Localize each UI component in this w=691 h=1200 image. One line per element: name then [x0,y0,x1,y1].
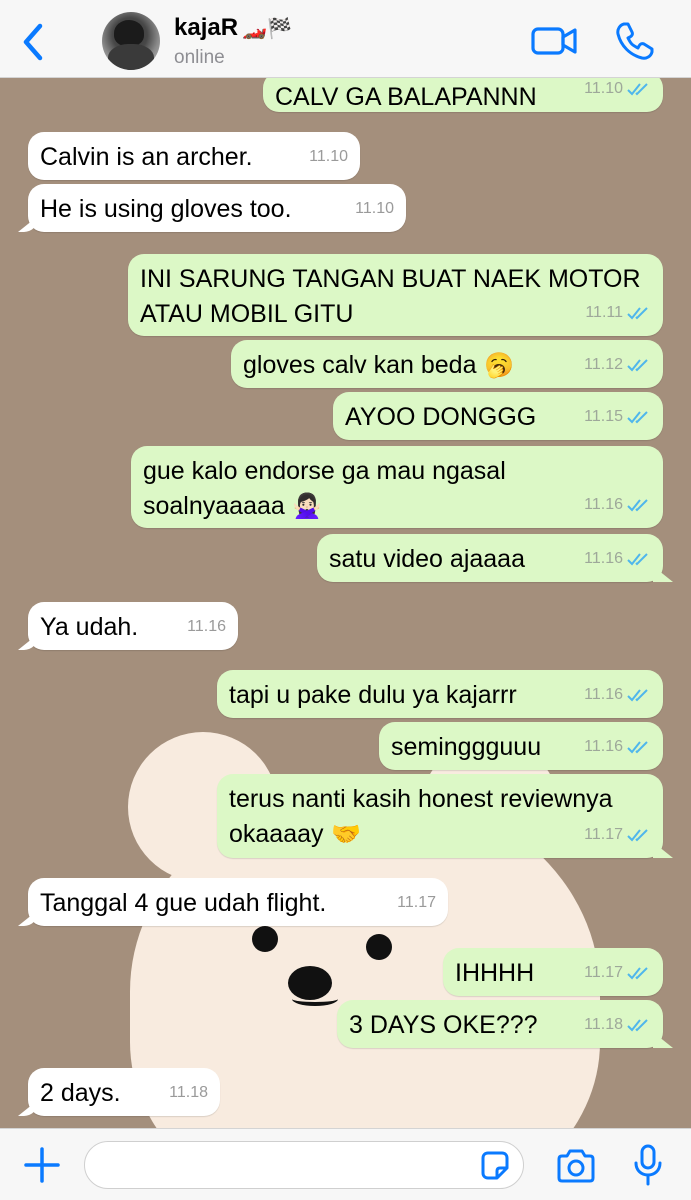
timestamp-text: 11.16 [187,618,226,635]
sticker-icon[interactable] [478,1149,512,1183]
message-emoji: 🤝 [323,820,362,848]
wallpaper-bear-eye [366,934,392,960]
message-timestamp: 11.16 [584,541,651,576]
video-camera-icon[interactable] [530,22,578,60]
timestamp-text: 11.17 [584,964,623,981]
outgoing-message[interactable]: 3 DAYS OKE??? 11.18 [337,1000,673,1048]
camera-icon[interactable] [555,1147,597,1185]
double-check-icon [627,688,648,701]
message-text-content: terus nanti kasih honest reviewnya okaaa… [229,785,613,848]
incoming-message[interactable]: 2 days. 11.18 [18,1068,220,1116]
message-timestamp: 11.16 [584,729,651,764]
message-timestamp: 11.17 [584,817,651,852]
message-input[interactable] [84,1141,524,1189]
timestamp-text: 11.11 [585,304,623,321]
message-timestamp: 11.17 [584,955,651,990]
double-check-icon [627,410,648,423]
message-timestamp: 11.10 [355,191,394,226]
message-text-content: Calvin is an archer. [40,143,253,171]
incoming-message[interactable]: Calvin is an archer. 11.10 [28,132,360,180]
message-text-content: 2 days. [40,1079,121,1107]
message-text-content: Ya udah. [40,613,139,641]
message-text: Tanggal 4 gue udah flight. [40,886,436,921]
message-text-content: gue kalo endorse ga mau ngasal soalnyaaa… [143,457,506,520]
message-timestamp: 11.10 [309,139,348,174]
chat-header: kajaR 🏎️🏁 online [0,0,691,78]
name-emoji: 🏎️🏁 [242,17,292,40]
double-check-icon [627,740,648,753]
contact-status: online [174,47,225,68]
message-text-content: CALV GA BALAPANNN [275,83,537,111]
timestamp-text: 11.10 [355,200,394,217]
timestamp-text: 11.16 [584,738,623,755]
outgoing-message[interactable]: CALV GA BALAPANNN 11.10 [263,72,663,112]
outgoing-message[interactable]: AYOO DONGGG 11.15 [333,392,663,440]
message-emoji: 🙅🏻‍♀️ [284,492,323,520]
message-text-content: satu video ajaaaa [329,545,525,573]
message-timestamp: 11.18 [584,1007,651,1042]
double-check-icon [627,552,648,565]
message-timestamp: 11.16 [584,487,651,522]
message-text-content: He is using gloves too. [40,195,292,223]
avatar[interactable] [102,12,160,70]
timestamp-text: 11.17 [584,826,623,843]
double-check-icon [627,498,648,511]
contact-name[interactable]: kajaR 🏎️🏁 [174,14,292,42]
message-text-content: AYOO DONGGG [345,403,537,431]
outgoing-message[interactable]: gloves calv kan beda 🥱 11.12 [231,340,663,388]
double-check-icon [627,82,648,95]
message-text-content: tapi u pake dulu ya kajarrr [229,681,517,709]
message-timestamp: 11.16 [584,677,651,712]
message-text-content: Tanggal 4 gue udah flight. [40,889,327,917]
message-text-content: gloves calv kan beda [243,351,477,379]
message-emoji: 🥱 [476,351,514,379]
double-check-icon [627,306,648,319]
phone-icon[interactable] [614,20,656,62]
timestamp-text: 11.18 [584,1016,623,1033]
message-timestamp: 11.11 [585,295,651,330]
timestamp-text: 11.15 [584,408,623,425]
plus-icon[interactable] [22,1145,62,1185]
double-check-icon [627,966,648,979]
timestamp-text: 11.16 [584,686,623,703]
timestamp-text: 11.17 [397,894,436,911]
message-text-content: IHHHH [455,959,535,987]
timestamp-text: 11.16 [584,496,623,513]
message-text: INI SARUNG TANGAN BUAT NAEK MOTOR ATAU M… [140,262,651,332]
outgoing-message[interactable]: seminggguuu 11.16 [379,722,663,770]
incoming-message[interactable]: He is using gloves too. 11.10 [18,184,406,232]
message-timestamp: 11.18 [169,1075,208,1110]
double-check-icon [627,828,648,841]
outgoing-message[interactable]: gue kalo endorse ga mau ngasal soalnyaaa… [131,446,663,528]
timestamp-text: 11.10 [309,148,348,165]
chevron-left-icon[interactable] [16,20,50,64]
composer-bar [0,1128,691,1200]
incoming-message[interactable]: Ya udah. 11.16 [18,602,238,650]
message-timestamp: 11.12 [584,347,651,382]
double-check-icon [627,358,648,371]
message-text: He is using gloves too. [40,192,394,227]
wallpaper-bear-mouth [292,992,338,1006]
message-text: gue kalo endorse ga mau ngasal soalnyaaa… [143,454,651,524]
timestamp-text: 11.16 [584,550,623,567]
timestamp-text: 11.12 [584,356,623,373]
outgoing-message[interactable]: satu video ajaaaa 11.16 [317,534,673,582]
outgoing-message[interactable]: terus nanti kasih honest reviewnya okaaa… [217,774,673,858]
incoming-message[interactable]: Tanggal 4 gue udah flight. 11.17 [18,878,448,926]
message-text-content: INI SARUNG TANGAN BUAT NAEK MOTOR ATAU M… [140,265,641,328]
outgoing-message[interactable]: tapi u pake dulu ya kajarrr 11.16 [217,670,663,718]
double-check-icon [627,1018,648,1031]
timestamp-text: 11.18 [169,1084,208,1101]
outgoing-message[interactable]: INI SARUNG TANGAN BUAT NAEK MOTOR ATAU M… [128,254,663,336]
message-timestamp: 11.17 [397,885,436,920]
wallpaper-bear-eye [252,926,278,952]
microphone-icon[interactable] [632,1143,664,1187]
outgoing-message[interactable]: IHHHH 11.17 [443,948,663,996]
message-timestamp: 11.16 [187,609,226,644]
message-text-content: 3 DAYS OKE??? [349,1011,538,1039]
message-text-content: seminggguuu [391,733,542,761]
message-timestamp: 11.15 [584,399,651,434]
message-text: Calvin is an archer. [40,140,348,175]
